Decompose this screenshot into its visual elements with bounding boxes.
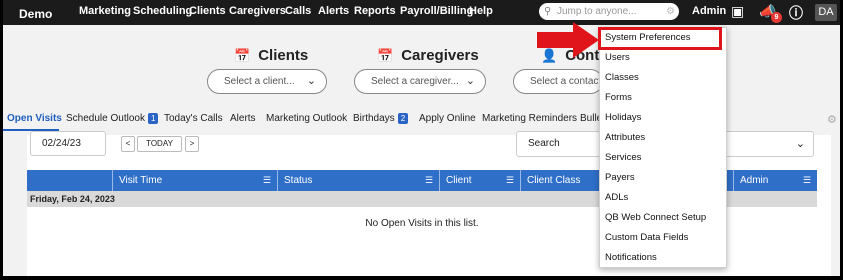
tab-label: Alerts (230, 113, 256, 124)
tab-schedule-outlook[interactable]: Schedule Outlook 1 (66, 113, 159, 124)
nav-clients[interactable]: Clients (189, 5, 226, 17)
caregivers-title: Caregivers (401, 47, 479, 64)
menu-item-payers[interactable]: Payers (600, 168, 726, 188)
tab-label: Schedule Outlook (66, 113, 145, 124)
date-field[interactable]: 02/24/23 (30, 131, 106, 156)
help-icon[interactable]: ⓘ (789, 3, 803, 23)
nav-alerts[interactable]: Alerts (318, 5, 349, 17)
menu-item-classes[interactable]: Classes (600, 68, 726, 88)
contact-select[interactable]: Select a contact (513, 69, 603, 94)
client-select-placeholder: Select a client... (224, 76, 295, 87)
red-arrow-annotation (537, 22, 599, 58)
menu-item-holidays[interactable]: Holidays (600, 108, 726, 128)
search-label: Search (528, 138, 560, 149)
jump-search-input[interactable]: ⚲ Jump to anyone... ⚙ (539, 3, 679, 20)
tab-marketing-reminders[interactable]: Marketing Reminders (482, 113, 577, 124)
tab-label: Marketing Outlook (266, 113, 348, 124)
tab-label: Marketing Reminders (482, 113, 578, 124)
filter-icon[interactable]: ☰ (506, 170, 514, 191)
tab-count-badge: 2 (397, 113, 409, 124)
tab-marketing-outlook[interactable]: Marketing Outlook (266, 113, 347, 124)
column-label: Admin (740, 175, 769, 186)
tab-todays-calls[interactable]: Today's Calls (164, 113, 223, 124)
menu-item-custom-data-fields[interactable]: Custom Data Fields (600, 228, 726, 248)
caregiver-select[interactable]: Select a caregiver... ⌄ (354, 69, 486, 94)
menu-item-qb-web-connect-setup[interactable]: QB Web Connect Setup (600, 208, 726, 228)
tab-count-badge: 1 (147, 113, 159, 124)
filter-icon[interactable]: ☰ (263, 170, 271, 191)
column-client[interactable]: Client ☰ (439, 170, 520, 191)
prev-day-button[interactable]: < (121, 136, 135, 152)
admin-menu-trigger[interactable]: Admin (692, 5, 726, 17)
menu-item-services[interactable]: Services (600, 148, 726, 168)
clients-title: Clients (258, 47, 309, 64)
app-window: Demo Marketing Scheduling Clients Caregi… (0, 0, 843, 280)
tab-label: Birthdays (353, 113, 395, 124)
column-label: Status (284, 175, 313, 186)
nav-help[interactable]: Help (469, 5, 493, 17)
menu-item-attributes[interactable]: Attributes (600, 128, 726, 148)
brand-logo[interactable]: Demo (19, 7, 52, 21)
today-button[interactable]: TODAY (137, 136, 182, 152)
nav-payroll-billing[interactable]: Payroll/Billing (400, 5, 473, 17)
admin-dropdown-menu: System Preferences Users Classes Forms H… (599, 27, 727, 268)
chevron-down-icon: ⌄ (306, 75, 316, 87)
avatar[interactable]: DA (815, 4, 837, 21)
filter-icon[interactable]: ☰ (425, 170, 433, 191)
tab-alerts[interactable]: Alerts (230, 113, 256, 124)
jump-search-placeholder: Jump to anyone... (557, 6, 637, 17)
menu-item-users[interactable]: Users (600, 48, 726, 68)
gear-icon[interactable]: ⚙ (666, 3, 675, 20)
gear-icon[interactable]: ⚙ (827, 113, 837, 126)
arrow-shape (537, 22, 599, 58)
tab-apply-online[interactable]: Apply Online (419, 113, 476, 124)
top-nav: Demo Marketing Scheduling Clients Caregi… (3, 0, 840, 25)
tab-label: Apply Online (419, 113, 476, 124)
column-status[interactable]: Status ☰ (277, 170, 439, 191)
calendar-icon: 📅 (234, 48, 251, 63)
tab-label: Today's Calls (164, 113, 223, 124)
tab-open-visits[interactable]: Open Visits (7, 113, 62, 124)
notification-badge: 9 (771, 12, 782, 23)
highlight-box (598, 27, 722, 50)
nav-marketing[interactable]: Marketing (79, 5, 131, 17)
column-client-class[interactable]: Client Class (520, 170, 598, 191)
chevron-down-icon: ⌄ (465, 75, 475, 87)
chevron-down-icon: ⌄ (795, 138, 805, 150)
client-select[interactable]: Select a client... ⌄ (207, 69, 327, 94)
nav-reports[interactable]: Reports (354, 5, 396, 17)
next-day-button[interactable]: > (185, 136, 199, 152)
column-label: Client Class (527, 175, 581, 186)
chat-icon[interactable]: ▣ (731, 3, 744, 20)
clients-heading: 📅 Clients (234, 47, 308, 64)
tab-label: Open Visits (7, 113, 62, 124)
search-icon: ⚲ (544, 6, 552, 17)
nav-calls[interactable]: Calls (285, 5, 311, 17)
menu-item-forms[interactable]: Forms (600, 88, 726, 108)
nav-caregivers[interactable]: Caregivers (229, 5, 286, 17)
column-visit-time[interactable]: Visit Time ☰ (112, 170, 277, 191)
tab-birthdays[interactable]: Birthdays 2 (353, 113, 409, 124)
caregivers-heading: 📅 Caregivers (377, 47, 479, 64)
nav-scheduling[interactable]: Scheduling (133, 5, 192, 17)
contact-select-placeholder: Select a contact (530, 76, 602, 87)
calendar-icon: 📅 (377, 48, 394, 63)
column-label: Client (446, 175, 472, 186)
caregiver-select-placeholder: Select a caregiver... (371, 76, 459, 87)
menu-item-notifications[interactable]: Notifications (600, 248, 726, 268)
filter-icon[interactable]: ☰ (803, 170, 811, 191)
menu-item-adls[interactable]: ADLs (600, 188, 726, 208)
column-label: Visit Time (119, 175, 163, 186)
column-admin[interactable]: Admin ☰ (733, 170, 817, 191)
